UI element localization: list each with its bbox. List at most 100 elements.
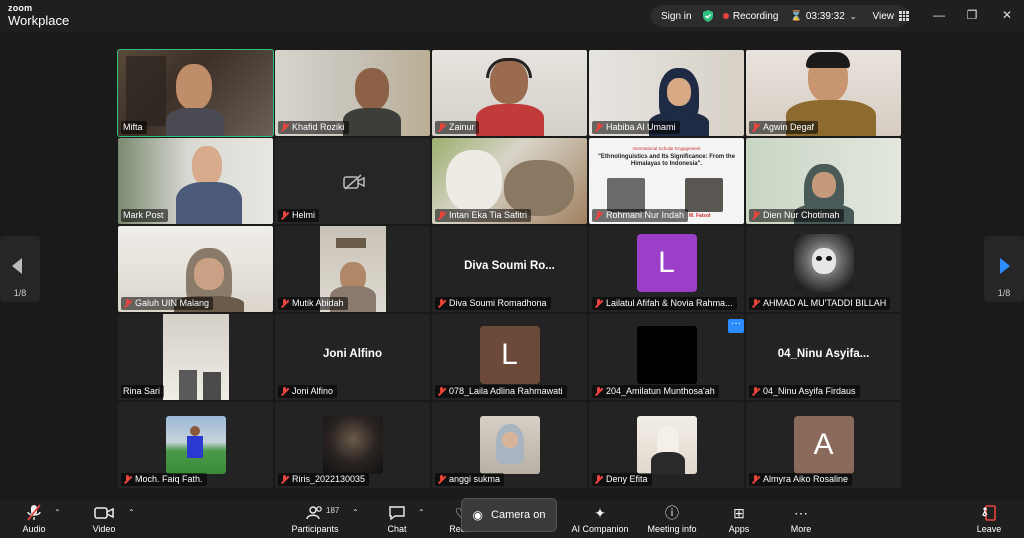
- participant-name: Mifta: [121, 121, 147, 134]
- apps-label: Apps: [728, 524, 750, 534]
- camera-on-label: Camera on: [491, 509, 546, 521]
- participant-display-name: Joni Alfino: [323, 348, 382, 360]
- participant-name: Diva Soumi Romadhona: [435, 297, 551, 310]
- video-tile[interactable]: Dien Nur Chotimah: [746, 138, 901, 224]
- muted-mic-icon: [437, 299, 446, 308]
- avatar: A: [793, 416, 854, 474]
- page-indicator-right: 1/8: [997, 288, 1011, 298]
- chat-button[interactable]: Chat: [382, 504, 412, 534]
- leave-button[interactable]: Leave: [974, 504, 1004, 534]
- avatar: L: [636, 234, 697, 292]
- ai-companion-label: AI Companion: [571, 524, 629, 534]
- video-tile[interactable]: Khafid Roziki: [275, 50, 430, 136]
- meeting-status-pill: Sign in Recording ⌛ 03:39:32 ⌄ View: [651, 5, 909, 27]
- video-label: Video: [92, 524, 116, 534]
- title-bar: zoom Workplace Sign in Recording ⌛ 03:39…: [0, 0, 1024, 32]
- grid-view-icon: [899, 11, 909, 21]
- encryption-shield-icon[interactable]: [701, 9, 715, 23]
- video-tile[interactable]: International Scholar Engagement "Ethnol…: [589, 138, 744, 224]
- muted-mic-icon: [280, 123, 289, 132]
- video-tile[interactable]: anggi sukma: [432, 402, 587, 488]
- muted-mic-icon: [594, 299, 603, 308]
- more-options-icon[interactable]: ···: [728, 319, 744, 333]
- ai-companion-button[interactable]: ✦ AI Companion: [568, 504, 632, 534]
- participant-name: Riris_2022130035: [278, 473, 370, 486]
- slide-title: "Ethnolinguistics and Its Significance: …: [598, 154, 735, 167]
- participant-name: Deny Efita: [592, 473, 652, 486]
- participant-name: 204_Amilatun Munthosa'ah: [592, 385, 719, 398]
- video-tile[interactable]: Agwin Degaf: [746, 50, 901, 136]
- participant-name: Almyra Aiko Rosaline: [749, 473, 853, 486]
- video-tile[interactable]: Galuh UIN Malang: [118, 226, 273, 312]
- next-page-button[interactable]: 1/8: [984, 236, 1024, 302]
- video-tile[interactable]: Mifta: [117, 49, 274, 137]
- participant-name: Helmi: [278, 209, 320, 222]
- view-button[interactable]: View: [873, 11, 909, 22]
- video-tile[interactable]: 04_Ninu Asyifa... 04_Ninu Asyifa Firdaus: [746, 314, 901, 400]
- participant-name: Rina Sari: [121, 385, 165, 398]
- participant-name: Mark Post: [121, 209, 168, 222]
- video-tile[interactable]: Riris_2022130035: [275, 402, 430, 488]
- profile-picture: [165, 416, 226, 474]
- sign-in-link[interactable]: Sign in: [661, 11, 693, 22]
- muted-mic-icon: [751, 387, 760, 396]
- close-icon[interactable]: ✕: [1000, 8, 1014, 22]
- brand-zoom: zoom: [8, 3, 33, 13]
- chat-bubble-icon: [382, 504, 412, 522]
- meeting-info-button[interactable]: ⓘ Meeting info: [644, 504, 700, 534]
- avatar: L: [479, 326, 540, 384]
- meeting-timer[interactable]: ⌛ 03:39:32 ⌄: [790, 11, 856, 22]
- apps-button[interactable]: ⊞ Apps: [724, 504, 754, 534]
- audio-options-caret-icon[interactable]: ⌃: [54, 508, 61, 517]
- participant-name: Galuh UIN Malang: [121, 297, 214, 310]
- chat-caret-icon[interactable]: ⌃: [418, 508, 425, 517]
- leave-label: Leave: [976, 524, 1002, 534]
- brand-workplace: Workplace: [8, 13, 70, 28]
- camera-on-tooltip[interactable]: ◉ Camera on: [461, 498, 557, 532]
- video-tile[interactable]: Helmi: [275, 138, 430, 224]
- minimize-icon[interactable]: —: [932, 8, 946, 22]
- restore-icon[interactable]: ❐: [965, 8, 979, 22]
- video-tile[interactable]: Zainur: [432, 50, 587, 136]
- video-gallery: Mifta Khafid Roziki Zainur Habiba Al Uma…: [0, 32, 1024, 500]
- video-tile[interactable]: Habiba Al Umami: [589, 50, 744, 136]
- video-tile[interactable]: Deny Efita: [589, 402, 744, 488]
- participant-name: Moch. Faiq Fath.: [121, 473, 207, 486]
- profile-picture: [636, 416, 697, 474]
- slide-speaker: M. Faisol: [689, 213, 711, 219]
- hourglass-icon: ⌛: [790, 10, 803, 22]
- chevron-left-icon: [12, 258, 22, 274]
- participant-name: Khafid Roziki: [278, 121, 349, 134]
- participant-name: Agwin Degaf: [749, 121, 819, 134]
- video-button[interactable]: Video: [88, 504, 120, 534]
- video-tile[interactable]: Mark Post: [118, 138, 273, 224]
- participant-name: AHMAD AL MU'TADDI BILLAH: [749, 297, 891, 310]
- video-tile[interactable]: Moch. Faiq Fath.: [118, 402, 273, 488]
- recording-label: Recording: [732, 10, 779, 22]
- video-tile[interactable]: Joni Alfino Joni Alfino: [275, 314, 430, 400]
- video-tile[interactable]: AHMAD AL MU'TADDI BILLAH: [746, 226, 901, 312]
- video-feed: [162, 314, 229, 400]
- video-tile[interactable]: L Lailatul Afifah & Novia Rahma...: [589, 226, 744, 312]
- video-tile[interactable]: Intan Eka Tia Safitri: [432, 138, 587, 224]
- muted-mic-icon: [437, 475, 446, 484]
- video-options-caret-icon[interactable]: ⌃: [128, 508, 135, 517]
- muted-mic-icon: [123, 299, 132, 308]
- video-tile[interactable]: 204_Amilatun Munthosa'ah: [589, 314, 744, 400]
- ellipsis-icon: ⋯: [794, 505, 808, 521]
- participant-name: Dien Nur Chotimah: [749, 209, 844, 222]
- participants-caret-icon[interactable]: ⌃: [352, 508, 359, 517]
- muted-mic-icon: [751, 299, 760, 308]
- recording-indicator[interactable]: Recording: [722, 10, 779, 22]
- video-tile[interactable]: Mutik Abidah: [275, 226, 430, 312]
- video-tile[interactable]: L 078_Laila Adlina Rahmawati: [432, 314, 587, 400]
- previous-page-button[interactable]: 1/8: [0, 236, 40, 302]
- video-tile[interactable]: A Almyra Aiko Rosaline: [746, 402, 901, 488]
- video-tile[interactable]: Diva Soumi Ro... Diva Soumi Romadhona: [432, 226, 587, 312]
- audio-button[interactable]: Audio: [18, 504, 50, 534]
- slide-photo-right: [685, 178, 723, 212]
- page-indicator-left: 1/8: [13, 288, 27, 298]
- info-icon: ⓘ: [665, 505, 679, 521]
- video-tile[interactable]: Rina Sari: [118, 314, 273, 400]
- more-button[interactable]: ⋯ More: [786, 504, 816, 534]
